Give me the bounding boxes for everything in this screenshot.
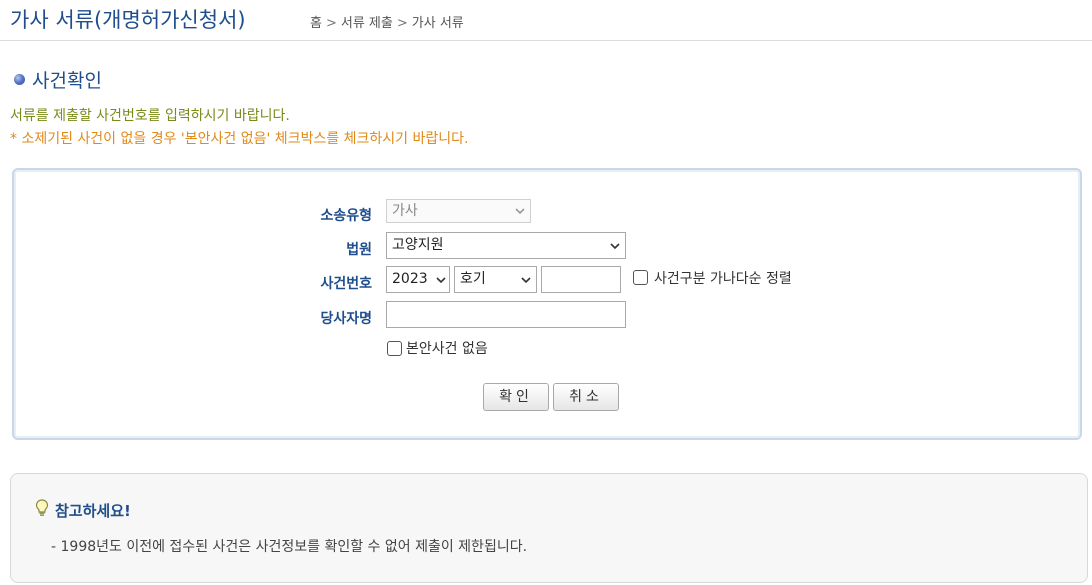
page-header: 가사 서류(개명허가신청서) 홈 > 서류 제출 > 가사 서류: [0, 0, 1092, 41]
case-type-select: 가사: [386, 199, 531, 223]
case-code-value: 호기: [460, 271, 486, 287]
case-number-input[interactable]: [541, 266, 621, 293]
bullet-icon: [14, 74, 25, 85]
sort-checkbox-label: 사건구분 가나다순 정렬: [654, 271, 792, 287]
case-type-value: 가사: [392, 203, 418, 219]
section-title: 사건확인: [14, 66, 102, 93]
party-name-label: 당사자명: [320, 311, 372, 327]
page-title: 가사 서류(개명허가신청서): [10, 8, 246, 32]
case-type-label: 소송유형: [320, 208, 372, 224]
breadcrumb: 홈 > 서류 제출 > 가사 서류: [310, 12, 464, 31]
chevron-down-icon: [610, 242, 620, 251]
breadcrumb-submit-docs[interactable]: 서류 제출: [341, 12, 393, 31]
info-text: 서류를 제출할 사건번호를 입력하시기 바랍니다.: [10, 108, 290, 124]
case-year-value: 2023: [392, 271, 428, 287]
note-box: 참고하세요! - 1998년도 이전에 접수된 사건은 사건정보를 확인할 수 …: [10, 473, 1088, 583]
case-number-label: 사건번호: [320, 276, 372, 292]
no-case-checkbox-label: 본안사건 없음: [406, 341, 488, 357]
note-title-text: 참고하세요!: [55, 502, 131, 520]
party-name-input[interactable]: [386, 301, 626, 328]
confirm-button[interactable]: 확인: [483, 383, 549, 411]
court-value: 고양지원: [392, 237, 444, 253]
breadcrumb-home[interactable]: 홈: [310, 12, 322, 31]
breadcrumb-family-docs[interactable]: 가사 서류: [412, 12, 464, 31]
chevron-down-icon: [436, 276, 446, 285]
breadcrumb-separator: >: [396, 16, 408, 31]
notice-text: * 소제기된 사건이 없을 경우 '본안사건 없음' 체크박스를 체크하시기 바…: [10, 131, 469, 147]
no-case-checkbox[interactable]: [387, 341, 402, 356]
note-title: 참고하세요!: [35, 498, 131, 523]
case-code-select[interactable]: 호기: [454, 266, 537, 293]
case-year-select[interactable]: 2023: [386, 266, 450, 293]
chevron-down-icon: [515, 207, 525, 216]
court-label: 법원: [346, 242, 372, 258]
court-select[interactable]: 고양지원: [386, 232, 626, 259]
breadcrumb-separator: >: [325, 16, 337, 31]
note-text: - 1998년도 이전에 접수된 사건은 사건정보를 확인할 수 없어 제출이 …: [51, 539, 528, 555]
chevron-down-icon: [521, 276, 531, 285]
cancel-button[interactable]: 취소: [553, 383, 619, 411]
lightbulb-icon: [35, 498, 49, 521]
section-title-text: 사건확인: [32, 70, 102, 92]
sort-checkbox[interactable]: [633, 270, 648, 285]
case-check-form: 소송유형 가사 법원 고양지원 사건번호 2023 호기 사건구분 가나다순 정…: [12, 168, 1082, 440]
